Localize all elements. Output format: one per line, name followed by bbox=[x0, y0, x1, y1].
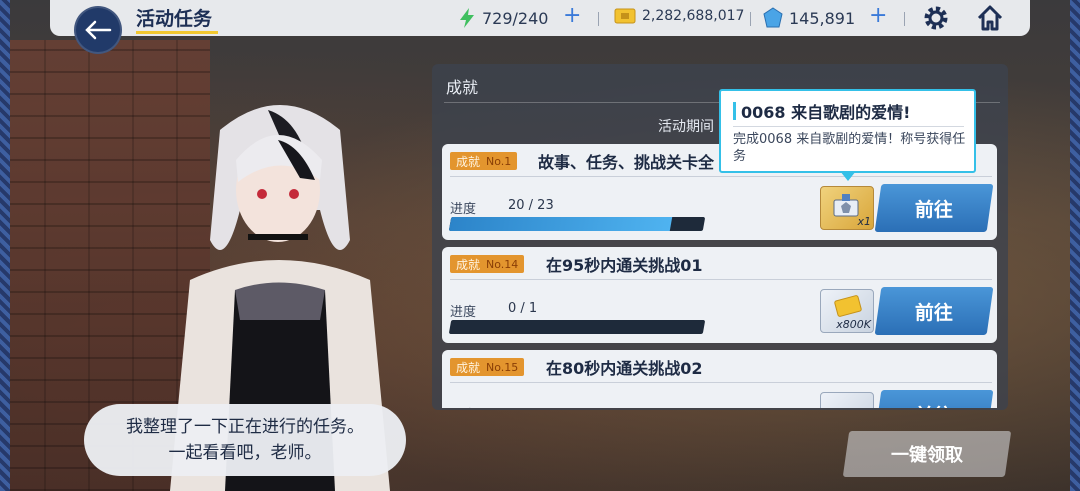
progress-value: 0 / 1 bbox=[508, 301, 538, 316]
mission-tag: 成就 No.15 bbox=[450, 358, 525, 376]
divider bbox=[750, 12, 751, 26]
tooltip-accent bbox=[733, 102, 736, 120]
mission-number: No.1 bbox=[486, 154, 512, 168]
progress-bar bbox=[448, 217, 706, 231]
credit-icon bbox=[614, 8, 636, 24]
reward-quantity: x800K bbox=[836, 318, 871, 331]
add-stamina-button[interactable]: + bbox=[563, 5, 581, 27]
go-button-label: 前往 bbox=[914, 198, 953, 221]
reward-item[interactable]: x1 bbox=[820, 186, 874, 230]
divider bbox=[904, 12, 905, 26]
mission-card: 成就 No.14 在95秒内通关挑战01 进度 0 / 1 x800K 前往 bbox=[442, 247, 997, 343]
go-button[interactable]: 前往 bbox=[874, 184, 994, 232]
mission-title: 在80秒内通关挑战02 bbox=[546, 359, 703, 378]
card-divider bbox=[450, 279, 992, 280]
reward-item[interactable]: x800K bbox=[820, 289, 874, 333]
reward-quantity: x1 bbox=[857, 215, 871, 228]
tooltip-divider bbox=[733, 126, 964, 127]
progress-fill bbox=[448, 217, 673, 231]
progress-label: 进度 bbox=[450, 404, 476, 408]
event-period-label: 活动期间 bbox=[658, 119, 714, 135]
dialog-line: 一起看看吧，老师。 bbox=[168, 443, 322, 463]
go-button-label: 前往 bbox=[915, 401, 953, 409]
credit-counter: 2,282,688,017 bbox=[614, 7, 744, 25]
progress-value: 20 / 23 bbox=[508, 198, 554, 213]
arrow-left-icon bbox=[85, 20, 112, 40]
add-gem-button[interactable]: + bbox=[869, 5, 887, 27]
progress-label: 进度 bbox=[450, 305, 477, 320]
go-button[interactable]: 前往 bbox=[874, 287, 994, 335]
card-divider bbox=[450, 176, 992, 177]
mission-number: No.14 bbox=[486, 257, 519, 271]
left-frame-stripe bbox=[0, 0, 10, 491]
mission-title: 故事、任务、挑战关卡全 bbox=[538, 153, 715, 172]
mission-category: 成就 bbox=[456, 154, 481, 169]
character-dialog: 我整理了一下正在进行的任务。 一起看看吧，老师。 bbox=[84, 404, 406, 476]
lightning-icon bbox=[460, 8, 474, 28]
title-underline bbox=[136, 31, 218, 34]
back-button[interactable] bbox=[74, 6, 122, 54]
mission-category: 成就 bbox=[456, 360, 481, 375]
home-icon[interactable] bbox=[976, 4, 1004, 32]
progress-label: 进度 bbox=[450, 202, 477, 217]
mission-card: 成就 No.15 在80秒内通关挑战02 进度 前往 bbox=[442, 350, 997, 408]
mission-category: 成就 bbox=[456, 257, 481, 272]
mission-card-clip: 成就 No.15 在80秒内通关挑战02 进度 前往 bbox=[442, 350, 997, 408]
tooltip-title: 0068 来自歌剧的爱情! bbox=[741, 103, 911, 122]
go-button[interactable]: 前往 bbox=[874, 390, 994, 409]
pyroxene-icon bbox=[763, 7, 783, 28]
go-button-label: 前往 bbox=[914, 301, 953, 324]
right-frame-stripe bbox=[1070, 0, 1080, 491]
mission-tag: 成就 No.14 bbox=[450, 255, 525, 273]
reward-item[interactable] bbox=[820, 392, 874, 408]
claim-all-button[interactable]: 一键领取 bbox=[842, 431, 1012, 477]
progress-bar bbox=[448, 320, 706, 334]
reward-tooltip: 0068 来自歌剧的爱情! 完成0068 来自歌剧的爱情！称号获得任务 bbox=[719, 89, 976, 173]
stamina-counter: 729/240 bbox=[458, 7, 548, 29]
gem-value: 145,891 bbox=[789, 8, 856, 28]
progress-fill bbox=[448, 320, 452, 334]
credit-icon bbox=[834, 295, 862, 317]
card-divider bbox=[450, 382, 992, 383]
gem-counter: 145,891 bbox=[763, 7, 855, 29]
panel-title: 成就 bbox=[446, 78, 479, 97]
tooltip-pointer bbox=[840, 171, 856, 181]
mission-title: 在95秒内通关挑战01 bbox=[546, 256, 703, 275]
page-title: 活动任务 bbox=[136, 8, 213, 30]
dialog-line: 我整理了一下正在进行的任务。 bbox=[126, 417, 364, 437]
mission-tag: 成就 No.1 bbox=[450, 152, 518, 170]
claim-all-label: 一键领取 bbox=[891, 445, 963, 466]
mission-number: No.15 bbox=[486, 360, 519, 374]
gear-icon[interactable] bbox=[922, 4, 950, 32]
tooltip-description: 完成0068 来自歌剧的爱情！称号获得任务 bbox=[733, 132, 966, 164]
stamina-value: 729/240 bbox=[482, 8, 549, 28]
divider bbox=[598, 12, 599, 26]
credit-value: 2,282,688,017 bbox=[642, 8, 745, 24]
